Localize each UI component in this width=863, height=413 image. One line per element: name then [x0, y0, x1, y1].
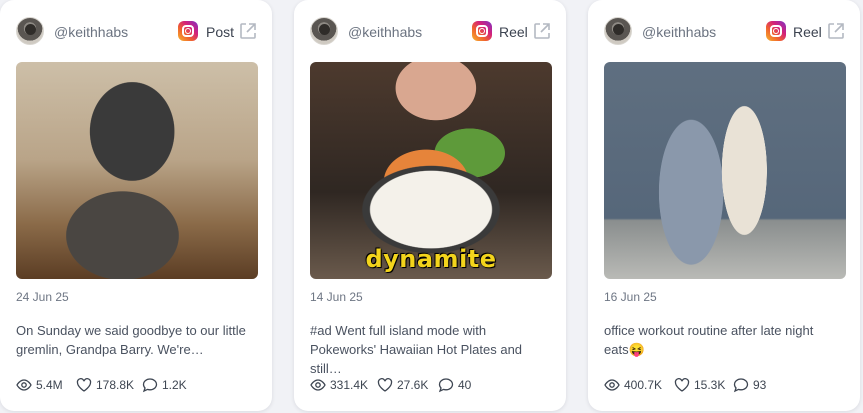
post-date: 16 Jun 25: [604, 290, 657, 304]
heart-icon: [76, 377, 92, 392]
caption-line: gremlin, Grandpa Barry. We're…: [16, 342, 204, 357]
caption-line: eats😝: [604, 342, 645, 357]
avatar[interactable]: [604, 17, 632, 45]
heart-icon: [377, 377, 393, 392]
avatar[interactable]: [16, 17, 44, 45]
external-link-icon[interactable]: [532, 21, 552, 41]
instagram-icon: [472, 21, 492, 41]
views-count: 5.4M: [36, 378, 63, 392]
post-stats: 331.4K 27.6K 40: [310, 376, 552, 394]
eye-icon: [604, 379, 620, 391]
post-card[interactable]: @keithhabs Reel dynamite 14 Jun 25 #ad W…: [294, 0, 566, 411]
external-link-icon[interactable]: [826, 21, 846, 41]
comments-count: 1.2K: [162, 378, 187, 392]
likes-count: 27.6K: [397, 378, 429, 392]
post-card[interactable]: @keithhabs Reel 16 Jun 25 office workout…: [588, 0, 860, 411]
comments-count: 40: [458, 378, 472, 392]
post-caption: On Sunday we said goodbye to our little …: [16, 321, 258, 359]
reel-thumbnail[interactable]: [604, 62, 846, 279]
likes-count: 178.8K: [96, 378, 135, 392]
instagram-icon: [766, 21, 786, 41]
caption-line: #ad Went full island mode with: [310, 323, 487, 338]
heart-icon: [674, 377, 690, 392]
card-header: @keithhabs Reel: [604, 17, 846, 47]
account-handle[interactable]: @keithhabs: [642, 24, 716, 40]
post-stats: 5.4M 178.8K 1.2K: [16, 376, 258, 394]
post-stats: 400.7K 15.3K 93: [604, 376, 846, 394]
post-caption: office workout routine after late night …: [604, 321, 846, 359]
comment-icon: [438, 378, 454, 393]
post-type-label: Reel: [793, 24, 822, 40]
comment-icon: [733, 378, 749, 393]
likes-count: 15.3K: [694, 378, 726, 392]
account-handle[interactable]: @keithhabs: [348, 24, 422, 40]
card-header: @keithhabs Reel: [310, 17, 552, 47]
post-card[interactable]: @keithhabs Post 24 Jun 25 On Sunday we s…: [0, 0, 272, 411]
eye-icon: [310, 379, 326, 391]
card-header: @keithhabs Post: [16, 17, 258, 47]
instagram-icon: [178, 21, 198, 41]
post-type-label: Reel: [499, 24, 528, 40]
account-handle[interactable]: @keithhabs: [54, 24, 128, 40]
reel-thumbnail[interactable]: dynamite: [310, 62, 552, 279]
post-date: 24 Jun 25: [16, 290, 69, 304]
post-thumbnail[interactable]: [16, 62, 258, 279]
caption-line: On Sunday we said goodbye to our little: [16, 323, 246, 338]
caption-line: Pokeworks' Hawaiian Hot Plates and still…: [310, 342, 523, 376]
avatar[interactable]: [310, 17, 338, 45]
comment-icon: [142, 378, 158, 393]
views-count: 400.7K: [624, 378, 663, 392]
eye-icon: [16, 379, 32, 391]
video-overlay-text: dynamite: [365, 245, 497, 273]
post-type-label: Post: [206, 24, 235, 40]
comments-count: 93: [753, 378, 767, 392]
post-date: 14 Jun 25: [310, 290, 363, 304]
caption-line: office workout routine after late night: [604, 323, 814, 338]
external-link-icon[interactable]: [238, 21, 258, 41]
views-count: 331.4K: [330, 378, 369, 392]
post-caption: #ad Went full island mode with Pokeworks…: [310, 321, 552, 378]
